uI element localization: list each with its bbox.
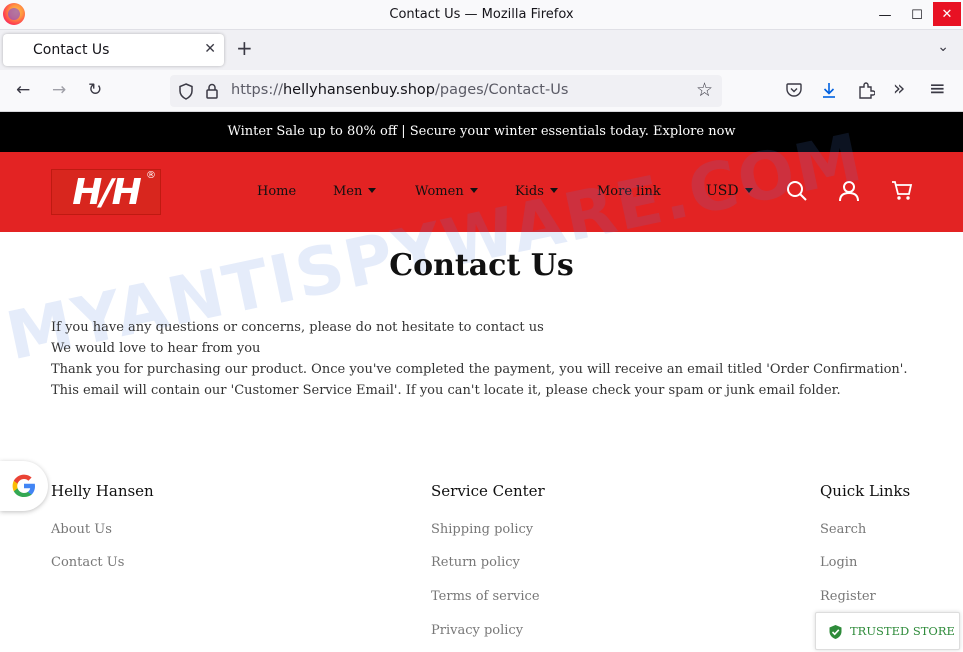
close-window-button[interactable]: ✕ (933, 2, 961, 26)
currency-value: USD (706, 183, 739, 199)
footer-link-contact-us[interactable]: Contact Us (51, 555, 124, 570)
helly-hansen-logo[interactable]: H/H ® (51, 169, 161, 215)
minimize-button[interactable]: — (867, 0, 903, 30)
site-header: H/H ® Home Men Women Kids More link USD (0, 152, 963, 232)
reload-button[interactable]: ↻ (88, 80, 102, 100)
back-button[interactable]: ← (16, 80, 30, 100)
menu-label: Women (415, 184, 464, 199)
contact-paragraph: We would love to hear from you (51, 341, 261, 356)
menu-item-kids[interactable]: Kids (515, 184, 558, 199)
url-path: /pages/Contact-Us (435, 82, 569, 98)
url-host: hellyhansenbuy.shop (282, 82, 436, 98)
page-title: Contact Us (389, 248, 574, 283)
trusted-store-label: TRUSTED STORE (850, 624, 955, 638)
navigation-toolbar: ← → ↻ https://hellyhansenbuy.shop/pages/… (0, 70, 963, 112)
google-g-icon (12, 474, 35, 497)
tab-close-icon[interactable]: ✕ (204, 41, 216, 57)
overflow-chevron-icon[interactable]: » (893, 78, 905, 98)
url-text[interactable]: https://hellyhansenbuy.shop/pages/Contac… (231, 82, 568, 98)
google-reviews-badge[interactable] (0, 461, 48, 511)
search-icon[interactable] (786, 180, 808, 202)
footer-link-about-us[interactable]: About Us (51, 522, 112, 537)
menu-item-home[interactable]: Home (257, 184, 296, 199)
footer-link-terms-of-service[interactable]: Terms of service (431, 589, 540, 604)
caret-down-icon (469, 188, 478, 193)
extensions-icon[interactable] (858, 82, 875, 99)
menu-label: Men (333, 184, 363, 199)
shield-check-icon (829, 625, 842, 639)
caret-down-icon (368, 188, 377, 193)
new-tab-button[interactable]: + (236, 38, 253, 58)
footer-link-shipping-policy[interactable]: Shipping policy (431, 522, 533, 537)
lock-icon[interactable] (205, 83, 219, 99)
menu-item-more-link[interactable]: More link (597, 184, 661, 199)
menu-item-women[interactable]: Women (415, 184, 478, 199)
footer-heading-service-center: Service Center (431, 482, 545, 500)
footer-link-privacy-policy[interactable]: Privacy policy (431, 623, 523, 638)
window-titlebar: Contact Us — Mozilla Firefox — ☐ ✕ (0, 0, 963, 30)
downloads-icon[interactable] (821, 82, 837, 99)
tab-strip: Contact Us ✕ + ⌄ (0, 30, 963, 70)
account-icon[interactable] (838, 180, 860, 202)
pocket-icon[interactable] (786, 83, 802, 98)
menu-label: Home (257, 184, 297, 199)
trusted-store-badge[interactable]: TRUSTED STORE (815, 612, 960, 650)
app-menu-icon[interactable]: ≡ (929, 78, 946, 98)
footer-link-return-policy[interactable]: Return policy (431, 555, 520, 570)
bookmark-star-icon[interactable]: ☆ (696, 80, 713, 100)
logo-text: H/H (72, 171, 141, 213)
currency-selector[interactable]: USD (706, 183, 753, 199)
tracking-shield-icon[interactable] (178, 83, 194, 100)
menu-label: More link (597, 184, 661, 199)
footer-link-register[interactable]: Register (820, 589, 876, 604)
tab-label: Contact Us (33, 42, 110, 58)
footer-heading-helly-hansen: Helly Hansen (51, 482, 154, 500)
cart-icon[interactable] (891, 180, 913, 202)
footer-link-login[interactable]: Login (820, 555, 857, 570)
menu-item-men[interactable]: Men (333, 184, 377, 199)
url-bar[interactable]: https://hellyhansenbuy.shop/pages/Contac… (170, 75, 722, 107)
caret-down-icon (744, 188, 753, 193)
menu-label: Kids (515, 184, 544, 199)
maximize-button[interactable]: ☐ (899, 0, 935, 30)
window-title: Contact Us — Mozilla Firefox (389, 7, 574, 22)
footer-link-search[interactable]: Search (820, 522, 866, 537)
contact-paragraph: Thank you for purchasing our product. On… (51, 362, 908, 398)
contact-paragraph: If you have any questions or concerns, p… (51, 320, 544, 335)
announcement-bar[interactable]: Winter Sale up to 80% off | Secure your … (0, 112, 963, 152)
list-all-tabs-button[interactable]: ⌄ (937, 39, 949, 55)
caret-down-icon (549, 188, 558, 193)
url-scheme: https:// (231, 82, 283, 98)
footer-heading-quick-links: Quick Links (820, 482, 911, 500)
tab-contact-us[interactable]: Contact Us ✕ (3, 34, 224, 66)
forward-button[interactable]: → (52, 80, 66, 100)
logo-registered-mark: ® (146, 170, 156, 181)
